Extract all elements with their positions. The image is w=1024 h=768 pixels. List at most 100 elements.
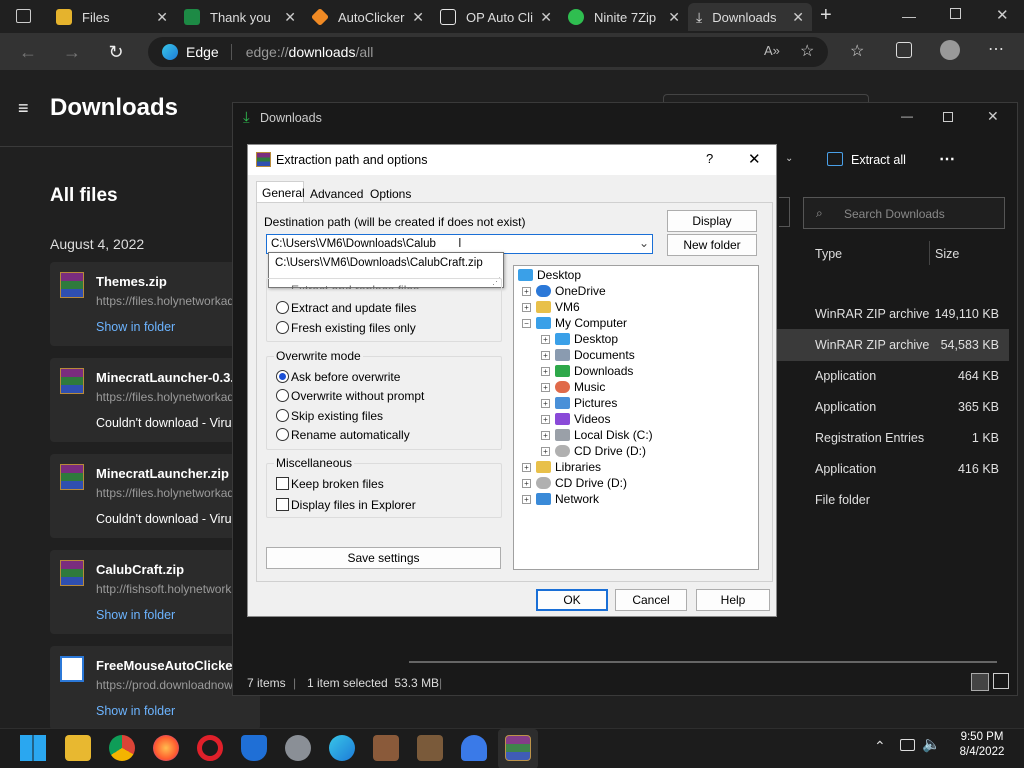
volume-icon[interactable]: 🔈 xyxy=(922,735,941,753)
download-item[interactable]: Themes.zip https://files.holynetworkad S… xyxy=(50,262,260,346)
download-item[interactable]: MinecratLauncher.zip https://files.holyn… xyxy=(50,454,260,538)
extract-update-radio[interactable] xyxy=(276,301,289,314)
read-aloud-icon[interactable]: A» xyxy=(764,43,780,58)
file-explorer-icon[interactable] xyxy=(65,735,91,761)
maximize-icon[interactable] xyxy=(943,112,953,122)
close-window-icon[interactable]: ✕ xyxy=(996,6,1009,24)
start-icon[interactable] xyxy=(20,735,46,761)
tree-node-documents[interactable]: + Documents xyxy=(541,348,635,362)
expand-icon[interactable]: + xyxy=(541,446,550,456)
search-box[interactable]: ⌕ Search Downloads xyxy=(803,197,1005,229)
tree-node-cd-drive-root[interactable]: + CD Drive (D:) xyxy=(522,476,627,490)
close-tab-icon[interactable]: ✕ xyxy=(412,9,424,26)
close-tab-icon[interactable]: ✕ xyxy=(540,9,552,26)
tree-node-my-computer[interactable]: − My Computer xyxy=(522,316,627,330)
more-icon[interactable]: ⋯ xyxy=(988,39,1004,59)
save-settings-button[interactable]: Save settings xyxy=(266,547,501,569)
close-window-icon[interactable]: ✕ xyxy=(987,108,999,125)
download-item[interactable]: CalubCraft.zip http://fishsoft.holynetwo… xyxy=(50,550,260,634)
tab-ninite[interactable]: Ninite 7Zip ✕ xyxy=(560,3,688,31)
show-in-folder-link[interactable]: Show in folder xyxy=(96,608,175,622)
close-tab-icon[interactable]: ✕ xyxy=(792,9,804,26)
minimize-icon[interactable]: — xyxy=(902,8,916,24)
tree-node-downloads[interactable]: + Downloads xyxy=(541,364,633,378)
expand-icon[interactable]: + xyxy=(522,494,531,504)
clock[interactable]: 9:50 PM 8/4/2022 xyxy=(952,731,1012,758)
download-item[interactable]: FreeMouseAutoClicker.e https://prod.down… xyxy=(50,646,260,730)
minecraft-launcher-icon[interactable] xyxy=(417,735,443,761)
tiles-view-icon[interactable] xyxy=(993,673,1009,689)
tab-options[interactable]: Options xyxy=(370,187,411,201)
address-bar[interactable]: Edge edge://downloads/all xyxy=(148,37,828,67)
settings-icon[interactable] xyxy=(285,735,311,761)
ask-before-overwrite-radio[interactable] xyxy=(276,370,289,383)
details-view-icon[interactable] xyxy=(971,673,989,691)
tree-node-cd-drive[interactable]: + CD Drive (D:) xyxy=(541,444,646,458)
expand-icon[interactable]: + xyxy=(522,286,531,296)
tab-downloads[interactable]: ⤓ Downloads ✕ xyxy=(688,3,812,31)
add-favorite-icon[interactable]: ☆ xyxy=(800,41,814,61)
chevron-down-icon[interactable]: ⌄ xyxy=(639,236,649,250)
network-icon[interactable] xyxy=(900,739,915,751)
defender-icon[interactable] xyxy=(241,735,267,761)
collections-icon[interactable] xyxy=(896,42,912,58)
close-tab-icon[interactable]: ✕ xyxy=(284,9,296,26)
extract-all-button[interactable]: Extract all xyxy=(851,153,906,167)
expand-icon[interactable]: + xyxy=(541,350,550,360)
tab-thank-you[interactable]: Thank you ✕ xyxy=(176,3,304,31)
show-in-folder-link[interactable]: Show in folder xyxy=(96,704,175,718)
more-options-icon[interactable]: ⋯ xyxy=(939,149,955,169)
new-tab-icon[interactable]: + xyxy=(820,4,832,27)
keep-broken-files-checkbox[interactable] xyxy=(276,477,289,490)
tab-files[interactable]: Files ✕ xyxy=(48,3,176,31)
help-icon[interactable]: ? xyxy=(706,151,713,166)
new-folder-button[interactable]: New folder xyxy=(667,234,757,256)
expand-icon[interactable]: + xyxy=(522,462,531,472)
folder-tree[interactable]: Desktop + OneDrive + VM6 − My Computer + Des… xyxy=(513,265,759,570)
tree-node-videos[interactable]: + Videos xyxy=(541,412,610,426)
tab-op-auto-clicker[interactable]: OP Auto Cli ✕ xyxy=(432,3,560,31)
column-header-size[interactable]: Size xyxy=(935,247,959,261)
help-button[interactable]: Help xyxy=(696,589,770,611)
autocomplete-option[interactable]: C:\Users\VM6\Downloads\CalubCraft.zip xyxy=(275,257,483,269)
edge-icon[interactable] xyxy=(329,735,355,761)
display-in-explorer-checkbox[interactable] xyxy=(276,498,289,511)
tree-node-pictures[interactable]: + Pictures xyxy=(541,396,617,410)
minecraft-icon[interactable] xyxy=(373,735,399,761)
tree-node-onedrive[interactable]: + OneDrive xyxy=(522,284,606,298)
ok-button[interactable]: OK xyxy=(536,589,608,611)
overwrite-without-prompt-radio[interactable] xyxy=(276,389,289,402)
expand-icon[interactable]: + xyxy=(541,414,550,424)
tree-node-network[interactable]: + Network xyxy=(522,492,599,506)
download-item[interactable]: MinecratLauncher-0.3.2. https://files.ho… xyxy=(50,358,260,442)
display-button[interactable]: Display xyxy=(667,210,757,232)
tree-node-libraries[interactable]: + Libraries xyxy=(522,460,601,474)
collapse-icon[interactable]: − xyxy=(522,318,531,328)
chevron-up-icon[interactable]: ⌃ xyxy=(874,738,886,755)
tree-node-vm6[interactable]: + VM6 xyxy=(522,300,580,314)
menu-icon[interactable]: ≡ xyxy=(18,98,29,119)
tree-node-local-disk[interactable]: + Local Disk (C:) xyxy=(541,428,653,442)
profile-icon[interactable] xyxy=(940,40,960,60)
chrome-icon[interactable] xyxy=(109,735,135,761)
tree-node-desktop-sub[interactable]: + Desktop xyxy=(541,332,618,346)
expand-icon[interactable]: + xyxy=(541,430,550,440)
column-header-type[interactable]: Type xyxy=(815,247,842,261)
expand-icon[interactable]: + xyxy=(522,302,531,312)
opera-icon[interactable] xyxy=(197,735,223,761)
skip-existing-radio[interactable] xyxy=(276,409,289,422)
show-in-folder-link[interactable]: Show in folder xyxy=(96,320,175,334)
tab-actions-icon[interactable] xyxy=(16,9,31,23)
tree-node-desktop[interactable]: Desktop xyxy=(518,268,581,282)
back-icon[interactable]: ← xyxy=(14,39,42,65)
chevron-down-icon[interactable]: ⌄ xyxy=(785,153,793,164)
expand-icon[interactable]: + xyxy=(541,334,550,344)
refresh-icon[interactable]: ↻ xyxy=(102,39,130,65)
close-dialog-icon[interactable]: ✕ xyxy=(748,150,761,168)
minimize-icon[interactable]: — xyxy=(901,109,913,123)
fresh-existing-radio[interactable] xyxy=(276,321,289,334)
forward-icon[interactable]: → xyxy=(58,39,86,65)
favorites-icon[interactable]: ☆ xyxy=(850,41,864,61)
firefox-icon[interactable] xyxy=(153,735,179,761)
close-tab-icon[interactable]: ✕ xyxy=(156,9,168,26)
